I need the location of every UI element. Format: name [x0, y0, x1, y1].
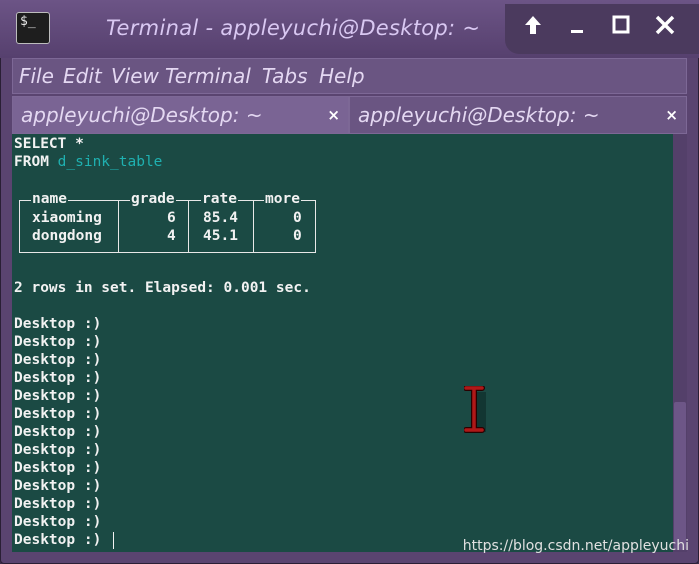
prompt-line: Desktop :) [14, 532, 102, 548]
menu-tabs[interactable]: Tabs [262, 64, 308, 88]
prompt-line: Desktop :) [14, 352, 102, 368]
cell-grade: 4 [167, 228, 176, 244]
watermark: https://blog.csdn.net/appleyuchi [462, 538, 689, 554]
prompt-line: Desktop :) [14, 424, 102, 440]
prompt-line: Desktop :) [14, 460, 102, 476]
scrollbar-thumb[interactable] [674, 402, 686, 550]
table-column-divider [118, 201, 119, 252]
table-column-divider [253, 201, 254, 252]
terminal-scrollbar[interactable] [673, 134, 687, 552]
query-line-select: SELECT * [14, 136, 84, 152]
cell-grade: 6 [167, 210, 176, 226]
prompt-line: Desktop :) [14, 406, 102, 422]
cell-name: dongdong [32, 228, 102, 244]
prompt-line: Desktop :) [14, 478, 102, 494]
prompt-line: Desktop :) [14, 370, 102, 386]
prompt-line: Desktop :) [14, 334, 102, 350]
column-header-more: more [264, 190, 301, 208]
tab-2-label: appleyuchi@Desktop: ~ [358, 103, 600, 127]
text-cursor-icon [464, 386, 486, 433]
tab-2[interactable]: appleyuchi@Desktop: ~ × [349, 96, 687, 134]
terminal-window: $_ Terminal - appleyuchi@Desktop: ~ File… [0, 0, 699, 564]
tab-1-close-icon[interactable]: × [327, 106, 340, 124]
up-arrow-icon[interactable] [519, 14, 547, 42]
cell-rate: 45.1 [203, 228, 238, 244]
window-controls [505, 4, 699, 54]
query-line-from: FROM d_sink_table [14, 153, 162, 171]
close-icon[interactable] [651, 14, 679, 42]
prompt-line: Desktop :) [14, 388, 102, 404]
menu-edit[interactable]: Edit [63, 64, 102, 88]
minimize-icon[interactable] [563, 14, 591, 42]
title-bar[interactable]: $_ Terminal - appleyuchi@Desktop: ~ [0, 0, 699, 58]
cell-rate: 85.4 [203, 210, 238, 226]
terminal-caret [113, 532, 114, 549]
prompt-line: Desktop :) [14, 496, 102, 512]
result-table: name grade rate more xiaoming 6 85.4 0 d… [19, 190, 316, 253]
column-header-grade: grade [130, 190, 176, 208]
window-title: Terminal - appleyuchi@Desktop: ~ [106, 16, 481, 40]
column-header-rate: rate [201, 190, 238, 208]
cell-more: 0 [293, 210, 302, 226]
tab-bar: appleyuchi@Desktop: ~ × appleyuchi@Deskt… [12, 96, 687, 134]
table-name: d_sink_table [57, 154, 163, 170]
menu-file[interactable]: File [19, 64, 54, 88]
prompt-line: Desktop :) [14, 442, 102, 458]
terminal-output[interactable]: SELECT * FROM d_sink_table name grade ra… [12, 134, 673, 552]
result-summary: 2 rows in set. Elapsed: 0.001 sec. [14, 280, 311, 296]
menu-terminal[interactable]: Terminal [165, 64, 251, 88]
column-header-name: name [31, 190, 68, 208]
tab-1[interactable]: appleyuchi@Desktop: ~ × [12, 96, 349, 134]
tab-2-close-icon[interactable]: × [665, 106, 678, 124]
menu-bar: File Edit View Terminal Tabs Help [12, 58, 687, 94]
table-column-divider [188, 201, 189, 252]
from-keyword: FROM [14, 154, 49, 170]
cell-more: 0 [293, 228, 302, 244]
prompt-line: Desktop :) [14, 316, 102, 332]
tab-1-label: appleyuchi@Desktop: ~ [21, 103, 263, 127]
cell-name: xiaoming [32, 210, 102, 226]
maximize-icon[interactable] [607, 14, 635, 42]
prompt-line: Desktop :) [14, 514, 102, 530]
menu-view[interactable]: View [111, 64, 159, 88]
terminal-app-icon: $_ [16, 12, 50, 44]
menu-help[interactable]: Help [319, 64, 365, 88]
